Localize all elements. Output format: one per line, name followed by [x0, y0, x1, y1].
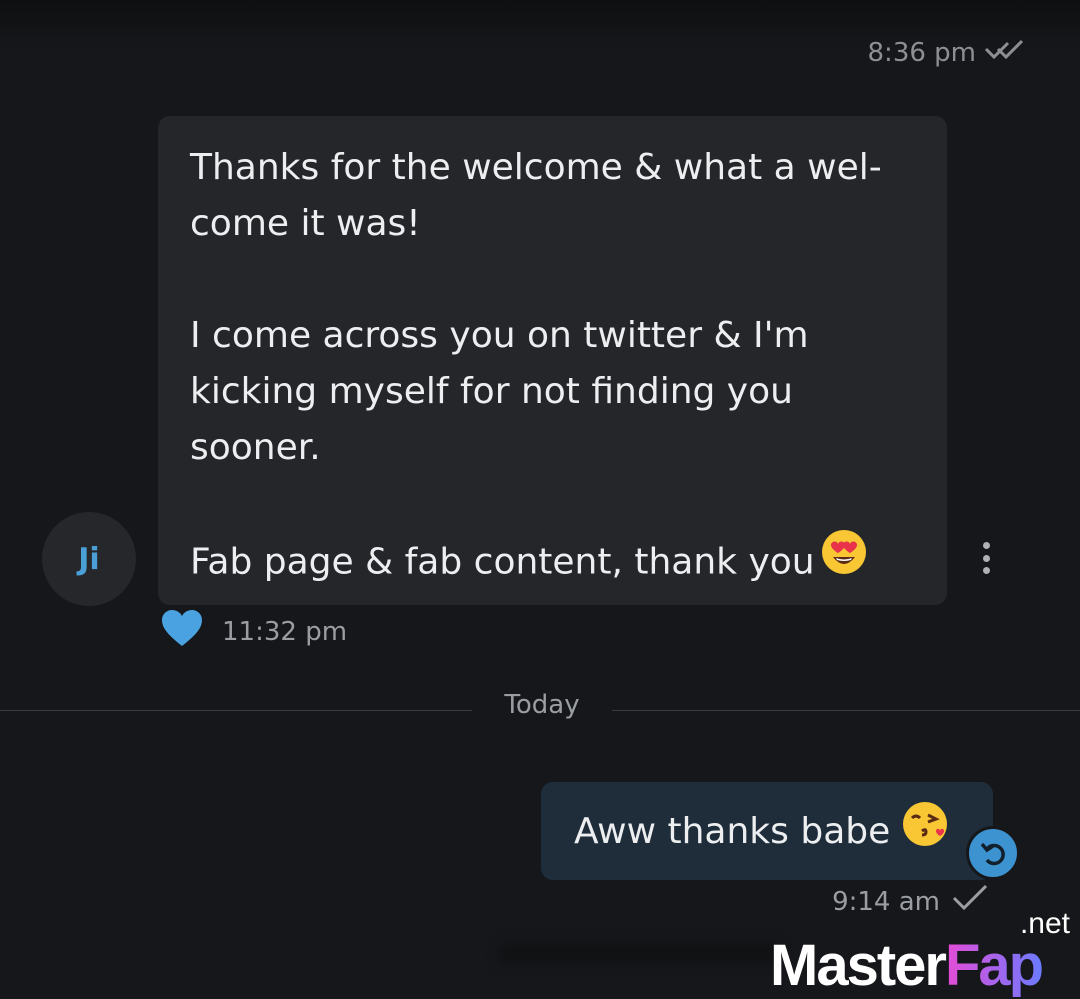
incoming-message-bubble[interactable]: Thanks for the welcome & what a wel-come…	[158, 116, 947, 605]
more-vertical-icon-dot	[982, 567, 990, 574]
watermark-brand-part1: Master	[770, 933, 947, 998]
watermark-brand-part2: Fap	[944, 933, 1044, 998]
message-paragraph: Thanks for the welcome & what a wel-come…	[190, 147, 882, 244]
undo-icon[interactable]	[966, 826, 1020, 880]
heart-eyes-emoji	[821, 529, 867, 592]
contact-avatar[interactable]: Ji	[42, 512, 136, 606]
bottom-shadow	[500, 944, 780, 964]
incoming-message-meta: 11:32 pm	[160, 608, 347, 655]
date-divider-line	[612, 710, 1080, 711]
outgoing-message-bubble[interactable]: Aww thanks babe	[541, 782, 993, 880]
outgoing-message-text: Aww thanks babe	[574, 810, 891, 852]
heart-icon[interactable]	[160, 608, 204, 655]
watermark-logo: .net MasterFap	[770, 909, 1074, 995]
more-vertical-icon-dot	[982, 554, 990, 562]
previous-message-meta: 8:36 pm	[868, 38, 1026, 68]
message-paragraph: I come across you on twitter & I'm kicki…	[190, 315, 809, 468]
more-options-button[interactable]	[972, 538, 1000, 578]
kissing-face-emoji	[902, 801, 948, 856]
date-separator: Today	[504, 690, 580, 720]
watermark-text: MasterFap	[770, 937, 1044, 995]
avatar-initials: Ji	[78, 541, 100, 577]
incoming-message-time: 11:32 pm	[222, 616, 348, 647]
double-check-icon	[984, 38, 1026, 68]
date-divider-line	[0, 710, 472, 711]
message-paragraph-text: Fab page & fab content, thank you	[190, 541, 815, 583]
previous-message-time: 8:36 pm	[867, 38, 976, 68]
more-vertical-icon	[982, 542, 990, 549]
message-paragraph: Fab page & fab content, thank you	[190, 529, 917, 595]
